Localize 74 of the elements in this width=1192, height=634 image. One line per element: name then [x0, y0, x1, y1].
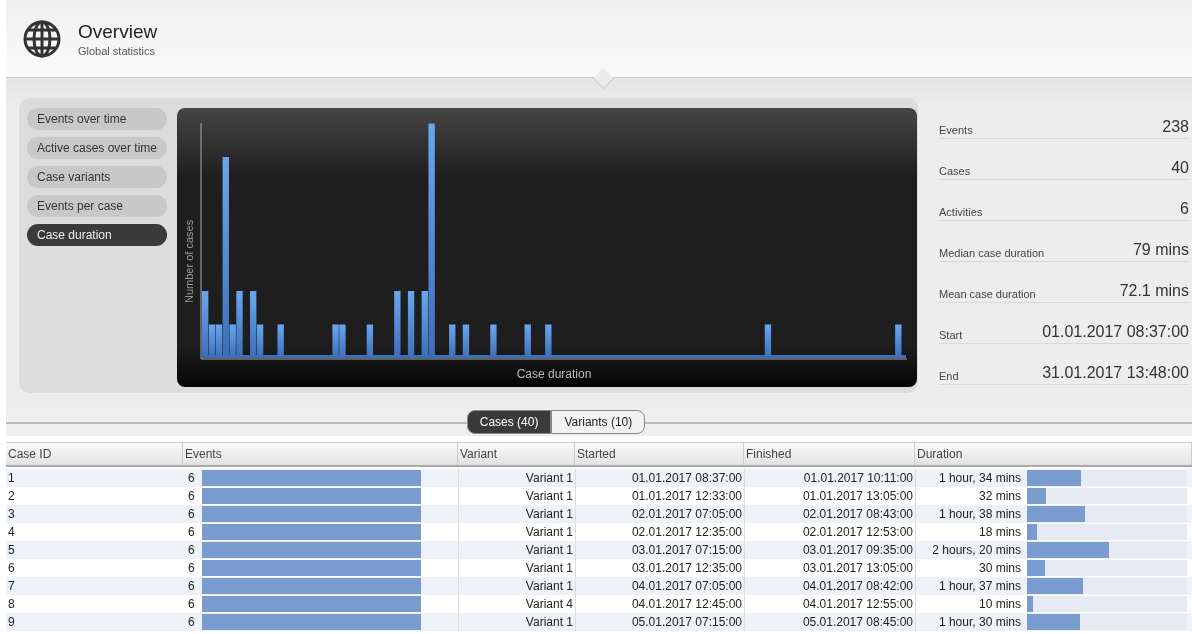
- column-header[interactable]: Variant: [458, 443, 575, 465]
- table-cell-text: 10 mins: [977, 597, 1021, 611]
- table-cell-text: 3: [7, 506, 16, 523]
- table-cell-text: 6: [7, 560, 16, 577]
- table-cell-text: 2 hours, 20 mins: [931, 543, 1021, 557]
- chart-type-button[interactable]: Events over time: [27, 108, 167, 130]
- stat-label: Cases: [939, 165, 971, 177]
- chart-type-button[interactable]: Case variants: [27, 166, 167, 188]
- stat-label: Events: [939, 124, 973, 136]
- column-header[interactable]: Duration: [915, 443, 1192, 465]
- chart-type-button[interactable]: Events per case: [27, 195, 167, 217]
- table-cell: Variant 1: [458, 613, 575, 631]
- tab[interactable]: Variants (10): [551, 410, 646, 434]
- table-cell: 6: [188, 471, 195, 485]
- tab[interactable]: Cases (40): [466, 410, 552, 434]
- table-cell-text: 1 hour, 37 mins: [937, 579, 1021, 593]
- table-cell: 6: [188, 489, 195, 503]
- table-cell: 6: [188, 543, 195, 557]
- stat-value: 72.1 mins: [1119, 282, 1189, 300]
- table-cell-text: 1 hour, 30 mins: [937, 615, 1021, 629]
- stat-label: Start: [939, 329, 963, 341]
- table-cell: 04.01.2017 07:05:00: [575, 577, 744, 595]
- table-cell: 6: [188, 615, 195, 629]
- table-cell-text: 30 mins: [977, 561, 1021, 575]
- stat-label: Activities: [939, 206, 983, 218]
- chart-type-button[interactable]: Case duration: [27, 224, 167, 246]
- table-cell-text: 1 hour, 34 mins: [937, 471, 1021, 485]
- stat-value: 31.01.2017 13:48:00: [1042, 364, 1189, 382]
- table-cell: 01.01.2017 10:11:00: [744, 469, 915, 487]
- table-cell-text: 9: [7, 614, 16, 631]
- table-cell: 6: [188, 579, 195, 593]
- table-cell-text: 2: [7, 488, 16, 505]
- table-cell: 02.01.2017 08:43:00: [744, 505, 915, 523]
- table-cell-text: 1 hour, 38 mins: [937, 507, 1021, 521]
- table-cell-text: 4: [7, 524, 16, 541]
- table-cell: 05.01.2017 07:15:00: [575, 613, 744, 631]
- table-cell-text: 7: [7, 578, 16, 595]
- globe-icon: [22, 18, 62, 59]
- stat-value: 238: [1162, 118, 1189, 136]
- table-cell: 6: [188, 597, 195, 611]
- x-axis-label: Case duration: [516, 367, 592, 381]
- table-cell: 03.01.2017 07:15:00: [575, 541, 744, 559]
- table-cell: 03.01.2017 09:35:00: [744, 541, 915, 559]
- column-header[interactable]: Started: [575, 443, 744, 465]
- page-title: Overview: [78, 20, 158, 43]
- table-cell: 04.01.2017 08:42:00: [744, 577, 915, 595]
- column-header[interactable]: Case ID: [6, 443, 183, 465]
- table-cell: Variant 1: [458, 505, 575, 523]
- stat-label: End: [939, 370, 959, 382]
- table-cell: 6: [188, 507, 195, 521]
- stat-value: 01.01.2017 08:37:00: [1042, 323, 1189, 341]
- stat-label: Median case duration: [939, 247, 1045, 259]
- table-cell: 02.01.2017 07:05:00: [575, 505, 744, 523]
- table-cell: Variant 1: [458, 541, 575, 559]
- table-cell-text: 32 mins: [977, 489, 1021, 503]
- table-cell-text: 18 mins: [977, 525, 1021, 539]
- table-cell: Variant 1: [458, 469, 575, 487]
- table-cell: 05.01.2017 08:45:00: [744, 613, 915, 631]
- column-header[interactable]: Finished: [744, 443, 915, 465]
- stat-label: Mean case duration: [939, 288, 1036, 300]
- table-cell: 6: [188, 561, 195, 575]
- y-axis-label: Number of cases: [183, 219, 195, 303]
- table-cell-text: 8: [7, 596, 16, 613]
- page-subtitle: Global statistics: [78, 44, 157, 57]
- table-cell-text: 5: [7, 542, 16, 559]
- table-cell-text: 1: [7, 470, 16, 487]
- table-cell: 6: [188, 525, 195, 539]
- stat-value: 79 mins: [1132, 241, 1189, 259]
- chart-type-button[interactable]: Active cases over time: [27, 137, 167, 159]
- table-cell: 01.01.2017 08:37:00: [575, 469, 744, 487]
- column-header[interactable]: Events: [183, 443, 458, 465]
- table-cell: Variant 1: [458, 577, 575, 595]
- stat-value: 6: [1180, 200, 1189, 218]
- stat-value: 40: [1171, 159, 1189, 177]
